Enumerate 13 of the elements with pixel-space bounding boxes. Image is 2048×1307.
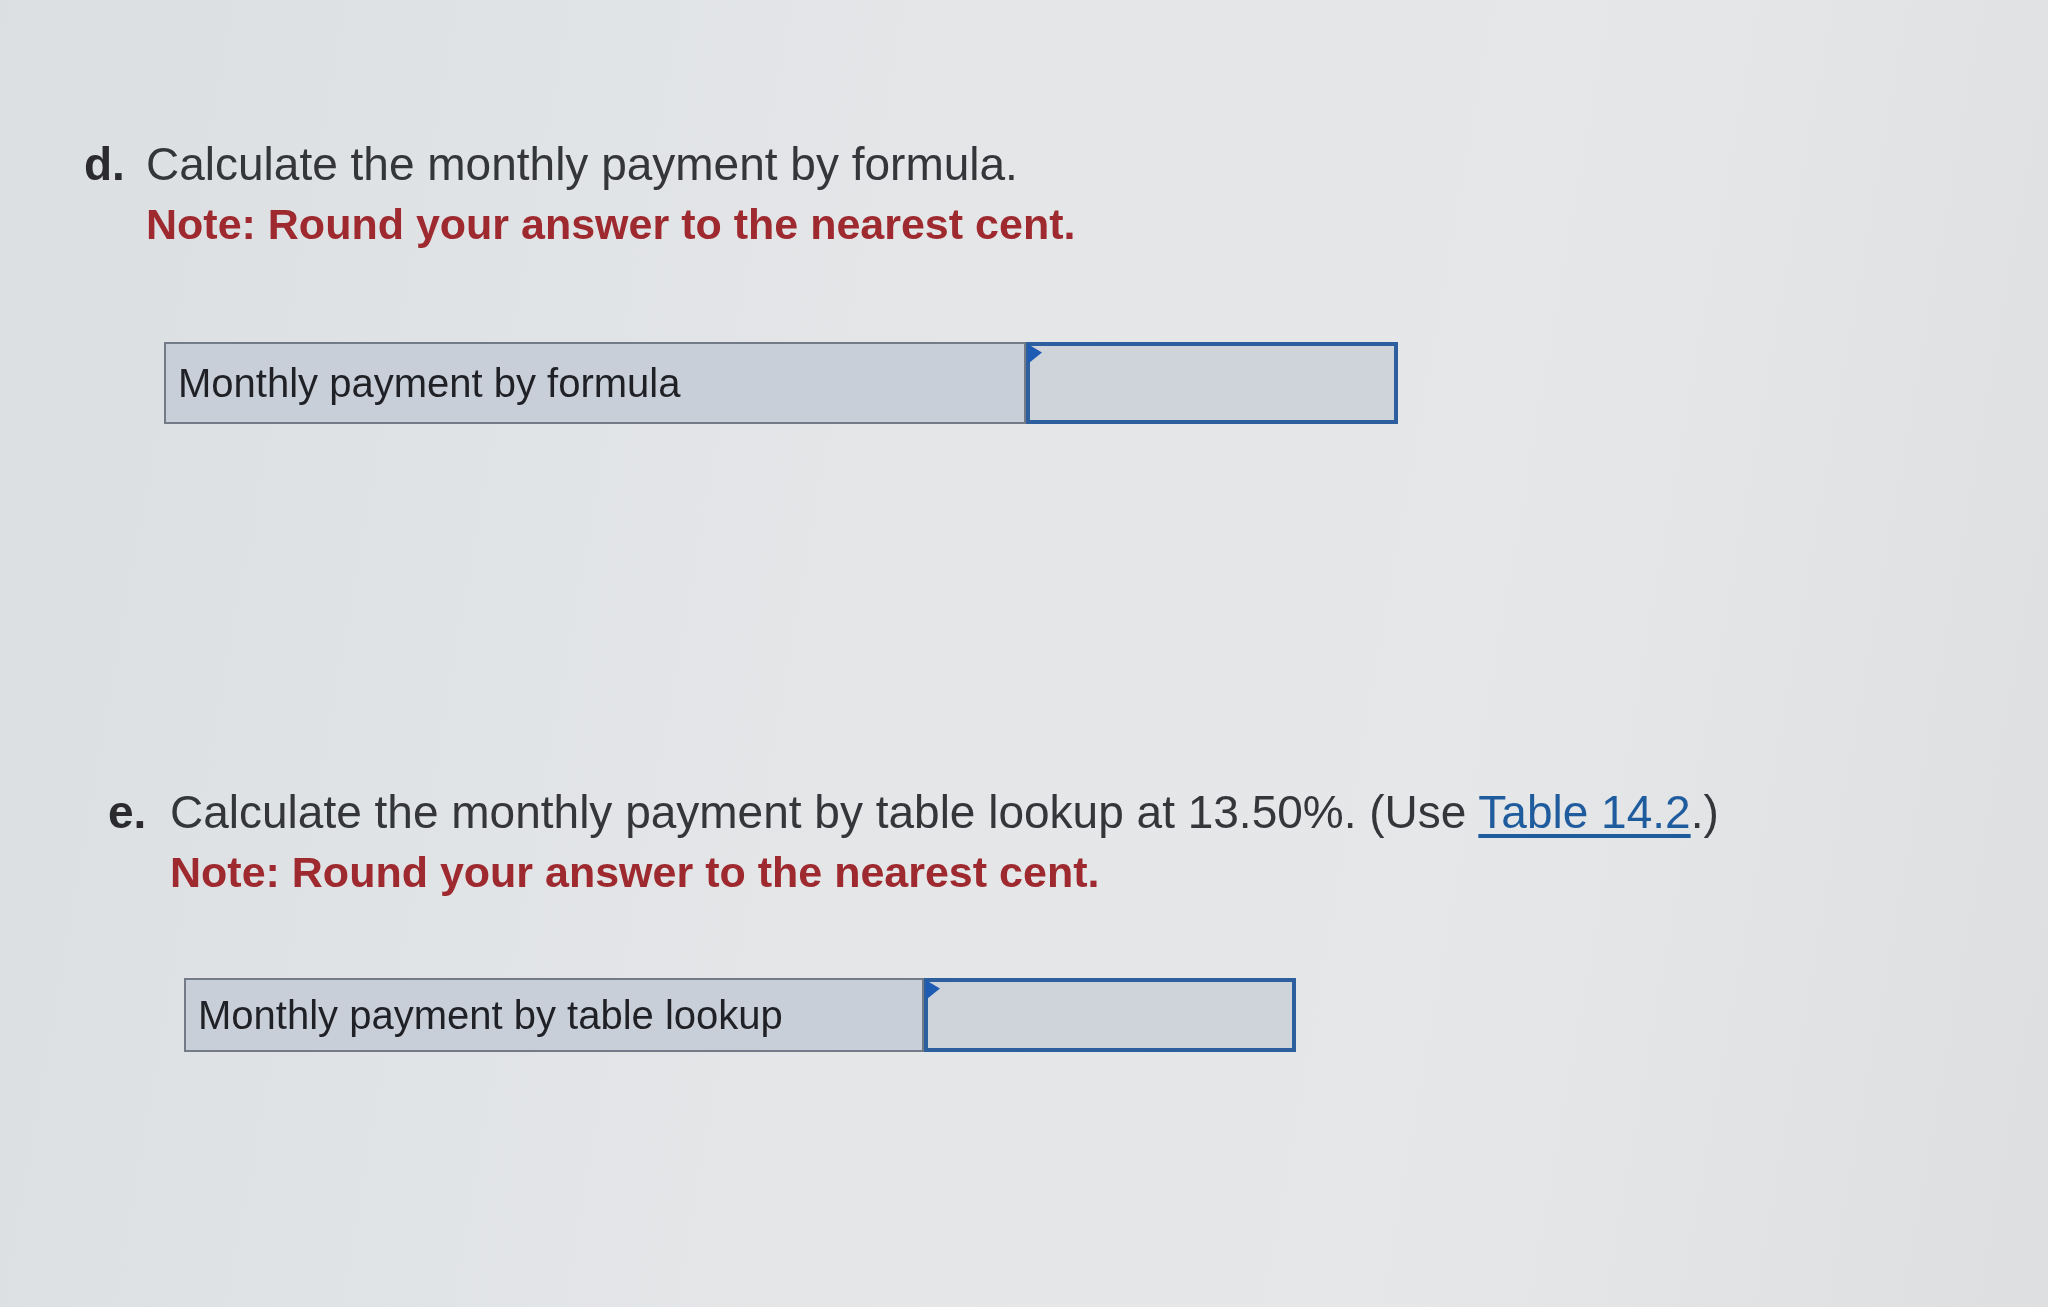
rounding-note: Note: Round your answer to the nearest cent. (170, 847, 1100, 898)
table-link[interactable]: Table 14.2 (1478, 786, 1691, 838)
answer-box[interactable] (1026, 342, 1398, 424)
answer-label: Monthly payment by formula (164, 342, 1026, 424)
question-letter: e. (108, 785, 148, 840)
question-letter: d. (84, 137, 126, 192)
rounding-note: Note: Round your answer to the nearest cent. (146, 199, 1076, 250)
question-prompt: Calculate the monthly payment by formula. (146, 137, 1018, 192)
answer-label: Monthly payment by table lookup (184, 978, 924, 1052)
answer-box[interactable] (924, 978, 1296, 1052)
corner-flag-icon (1028, 344, 1042, 364)
corner-flag-icon (926, 980, 940, 1000)
question-prompt: Calculate the monthly payment by table lookup at 13.50%. (Use Table 14.2.) (170, 785, 1719, 840)
